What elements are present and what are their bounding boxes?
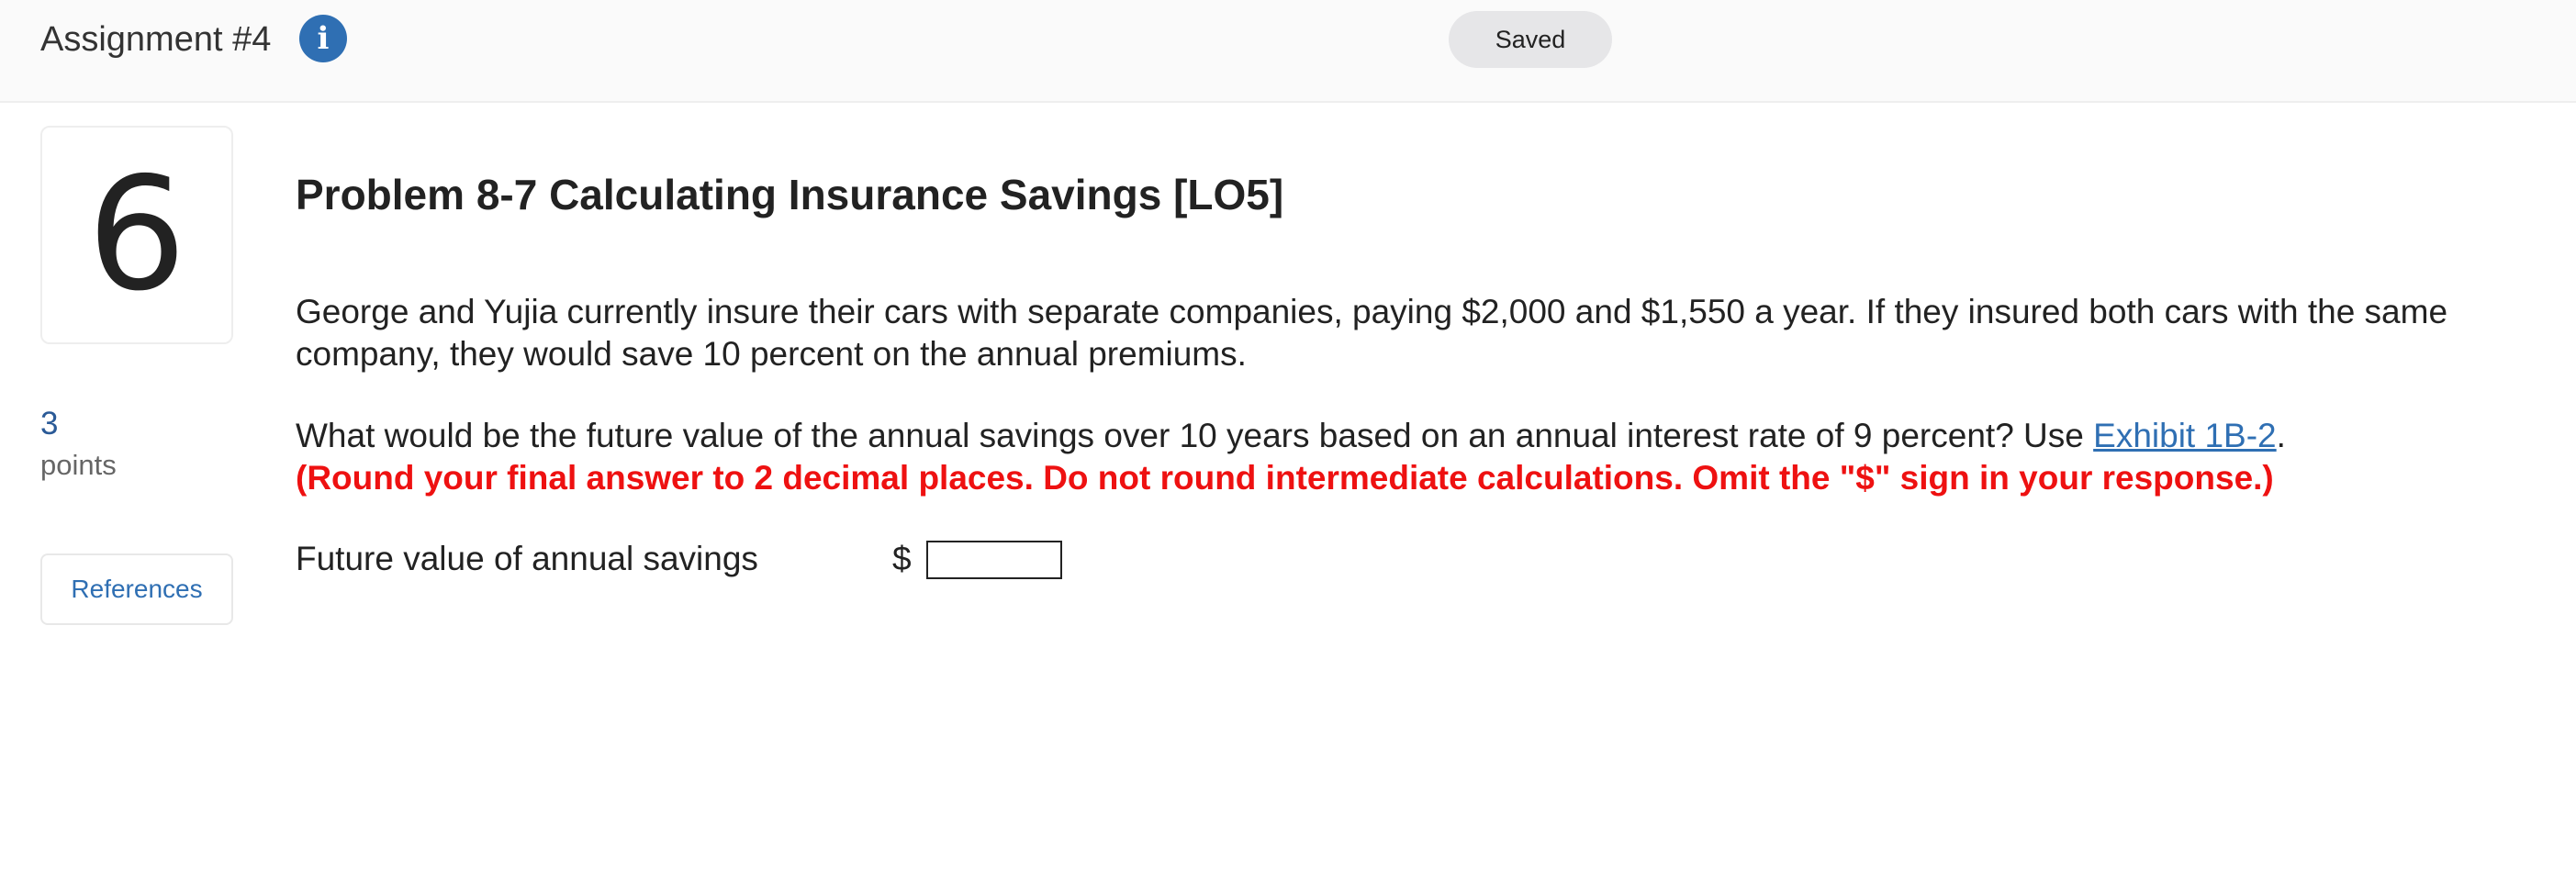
problem-description: George and Yujia currently insure their …: [296, 293, 2448, 373]
answer-label: Future value of annual savings: [296, 540, 758, 577]
question-paragraph: What would be the future value of the an…: [296, 415, 2517, 499]
question-number-box: 6: [40, 126, 233, 344]
info-icon[interactable]: i: [299, 15, 347, 62]
top-bar: Assignment #4 i Saved: [0, 0, 2576, 103]
currency-symbol: $: [892, 540, 912, 577]
references-button[interactable]: References: [40, 553, 233, 625]
future-value-input[interactable]: [926, 541, 1062, 579]
question-end: .: [2276, 417, 2286, 454]
problem-title: Problem 8-7 Calculating Insurance Saving…: [296, 171, 1284, 218]
exhibit-link[interactable]: Exhibit 1B-2: [2093, 417, 2277, 454]
question-text: What would be the future value of the an…: [296, 417, 2094, 454]
saved-status-badge: Saved: [1449, 11, 1612, 68]
question-number: 6: [86, 144, 187, 326]
assignment-title: Assignment #4: [40, 20, 272, 59]
rounding-instruction: (Round your final answer to 2 decimal pl…: [296, 459, 2274, 497]
points-value: 3: [40, 406, 59, 441]
points-label: points: [40, 449, 117, 481]
